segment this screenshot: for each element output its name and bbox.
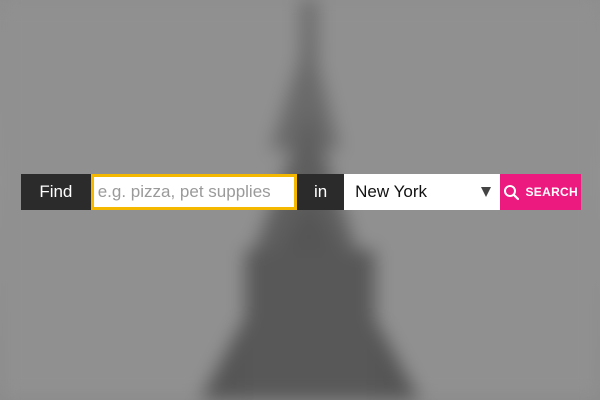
search-button[interactable]: SEARCH <box>499 174 581 210</box>
search-bar: Find in New York SEARCH <box>21 174 581 210</box>
location-dropdown[interactable]: New York <box>344 174 500 210</box>
search-button-label: SEARCH <box>525 185 578 199</box>
triangle-down-icon <box>480 187 491 197</box>
find-label: Find <box>21 174 91 210</box>
location-value: New York <box>355 182 427 201</box>
in-label: in <box>297 174 345 210</box>
find-input[interactable] <box>93 177 295 207</box>
find-input-container <box>90 174 298 210</box>
search-icon <box>503 184 520 201</box>
